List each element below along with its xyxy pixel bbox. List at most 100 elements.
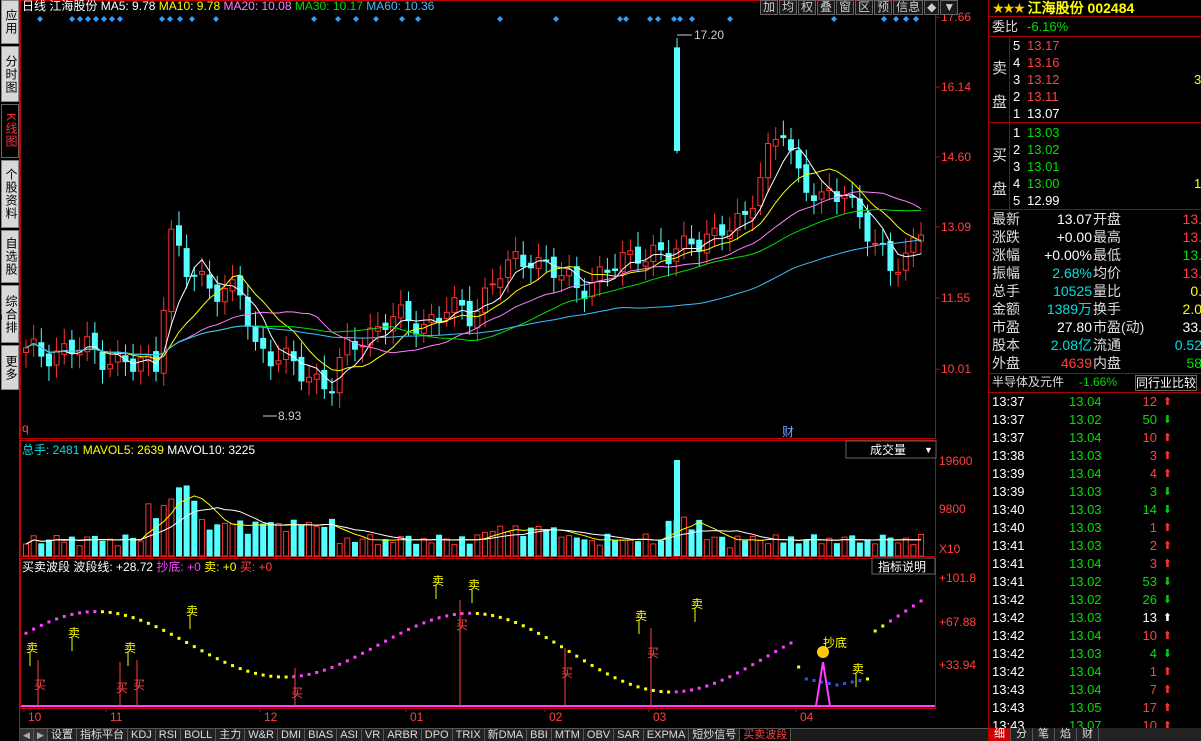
info-diamond-icon[interactable] bbox=[553, 16, 559, 22]
ask-row[interactable]: 2 13.11 bbox=[989, 88, 1201, 105]
info-diamond-icon[interactable] bbox=[399, 16, 405, 22]
indicator-tab-14[interactable]: 新DMA bbox=[484, 729, 528, 741]
bid-row[interactable]: 4 13.00 1 bbox=[989, 175, 1201, 192]
toolbar-button-0[interactable]: 加 bbox=[760, 0, 779, 15]
info-diamond-icon[interactable] bbox=[159, 16, 165, 22]
indicator-tab-6[interactable]: W&R bbox=[245, 729, 278, 741]
bid-row[interactable]: 3 13.01 bbox=[989, 158, 1201, 175]
left-tab-4[interactable]: 自选股 bbox=[1, 230, 19, 283]
kline-chart-area[interactable]: 日线 江海股份 MA5: 9.78 MA10: 9.78 MA20: 10.08… bbox=[20, 0, 988, 728]
left-tab-5[interactable]: 综合排名 bbox=[0, 285, 19, 343]
info-diamond-icon[interactable] bbox=[37, 16, 43, 22]
info-diamond-icon[interactable] bbox=[671, 16, 677, 22]
bid-row[interactable]: 5 12.99 bbox=[989, 192, 1201, 209]
info-diamond-icon[interactable] bbox=[727, 16, 733, 22]
indicator-tab-20[interactable]: 短炒信号 bbox=[689, 729, 741, 741]
toolbar-button-5[interactable]: 区 bbox=[855, 0, 874, 15]
info-diamond-icon[interactable] bbox=[497, 16, 503, 22]
info-diamond-icon[interactable] bbox=[117, 16, 123, 22]
toolbar-button-8[interactable]: ◆ bbox=[924, 0, 940, 15]
toolbar-button-2[interactable]: 权 bbox=[798, 0, 817, 15]
indicator-tab-10[interactable]: VR bbox=[361, 729, 385, 741]
info-diamond-icon[interactable] bbox=[189, 16, 195, 22]
quote-tab-0[interactable]: 细 bbox=[989, 728, 1011, 741]
scroll-left-icon[interactable]: ◀ bbox=[20, 729, 34, 741]
toolbar-button-4[interactable]: 窗 bbox=[836, 0, 855, 15]
info-diamond-icon[interactable] bbox=[689, 16, 695, 22]
indicator-tab-17[interactable]: OBV bbox=[583, 729, 615, 741]
info-diamond-icon[interactable] bbox=[101, 16, 107, 22]
ask-row[interactable]: 1 13.07 bbox=[989, 105, 1201, 122]
left-tab-3[interactable]: 个股资料 bbox=[1, 160, 19, 228]
indicator-tab-13[interactable]: TRIX bbox=[452, 729, 485, 741]
indicator-tab-21[interactable]: 买卖波段 bbox=[740, 729, 792, 741]
star-rating-icon[interactable]: ★★★ bbox=[992, 0, 1026, 17]
info-diamond-icon[interactable] bbox=[335, 16, 341, 22]
toolbar-button-1[interactable]: 均 bbox=[779, 0, 798, 15]
left-tab-2[interactable]: K线图 bbox=[1, 104, 19, 158]
bid-row[interactable]: 1 13.03 bbox=[989, 124, 1201, 141]
toolbar-button-3[interactable]: 叠 bbox=[817, 0, 836, 15]
indicator-tab-18[interactable]: SAR bbox=[614, 729, 644, 741]
info-diamond-icon[interactable] bbox=[623, 16, 629, 22]
info-diamond-icon[interactable] bbox=[893, 16, 899, 22]
sector-compare-button[interactable]: 同行业比较 bbox=[1135, 375, 1198, 391]
indicator-tab-11[interactable]: ARBR bbox=[384, 729, 422, 741]
left-tab-6[interactable]: 更多 bbox=[1, 345, 19, 390]
indicator-tab-5[interactable]: 主力 bbox=[216, 729, 246, 741]
ask-row[interactable]: 5 13.17 bbox=[989, 37, 1201, 54]
quote-tab-1[interactable]: 分 bbox=[1011, 728, 1033, 741]
info-diamond-icon[interactable] bbox=[213, 16, 219, 22]
toolbar-button-9[interactable]: ▼ bbox=[940, 0, 959, 15]
info-diamond-icon[interactable] bbox=[617, 16, 623, 22]
left-tab-1[interactable]: 分时图 bbox=[1, 46, 19, 102]
ask-row[interactable]: 3 13.12 3 bbox=[989, 71, 1201, 88]
ask-row[interactable]: 4 13.16 bbox=[989, 54, 1201, 71]
info-diamond-icon[interactable] bbox=[655, 16, 661, 22]
quote-tab-2[interactable]: 笔 bbox=[1033, 728, 1055, 741]
toolbar-button-7[interactable]: 信息 bbox=[893, 0, 924, 15]
info-diamond-icon[interactable] bbox=[881, 16, 887, 22]
info-diamond-icon[interactable] bbox=[647, 16, 653, 22]
info-diamond-icon[interactable] bbox=[93, 16, 99, 22]
scroll-right-icon[interactable]: ▶ bbox=[34, 729, 48, 741]
finance-marker[interactable]: 财 bbox=[782, 425, 794, 439]
info-diamond-icon[interactable] bbox=[177, 16, 183, 22]
indicator-tab-15[interactable]: BBI bbox=[527, 729, 552, 741]
info-diamond-icon[interactable] bbox=[677, 16, 683, 22]
indicator-tab-1[interactable]: 指标平台 bbox=[77, 729, 128, 741]
info-diamond-icon[interactable] bbox=[311, 16, 317, 22]
info-diamond-icon[interactable] bbox=[77, 16, 83, 22]
left-tab-0[interactable]: 应用 bbox=[1, 0, 19, 44]
info-diamond-icon[interactable] bbox=[109, 16, 115, 22]
indicator-tab-16[interactable]: MTM bbox=[551, 729, 584, 741]
indicator-tab-4[interactable]: BOLL bbox=[181, 729, 217, 741]
info-diamond-icon[interactable] bbox=[353, 16, 359, 22]
indicator-tab-12[interactable]: DPO bbox=[421, 729, 453, 741]
info-markers[interactable] bbox=[37, 16, 919, 22]
indicator-tab-8[interactable]: BIAS bbox=[305, 729, 338, 741]
bid-row[interactable]: 2 13.02 bbox=[989, 141, 1201, 158]
sector-row[interactable]: 半导体及元件 -1.66% 同行业比较 bbox=[989, 374, 1201, 391]
indicator-tab-2[interactable]: KDJ bbox=[128, 729, 156, 741]
info-diamond-icon[interactable] bbox=[373, 16, 379, 22]
quote-tab-3[interactable]: 焰 bbox=[1055, 728, 1077, 741]
info-diamond-icon[interactable] bbox=[415, 16, 421, 22]
indicator-tab-0[interactable]: 设置 bbox=[48, 729, 77, 741]
chevron-down-icon[interactable]: ▼ bbox=[924, 445, 933, 455]
quote-tab-4[interactable]: 财 bbox=[1077, 728, 1099, 741]
indicator-tab-3[interactable]: RSI bbox=[155, 729, 182, 741]
indicator-tab-19[interactable]: EXPMA bbox=[643, 729, 690, 741]
info-diamond-icon[interactable] bbox=[69, 16, 75, 22]
chart-canvas[interactable]: 日线 江海股份 MA5: 9.78 MA10: 9.78 MA20: 10.08… bbox=[20, 0, 988, 728]
info-diamond-icon[interactable] bbox=[831, 16, 837, 22]
info-diamond-icon[interactable] bbox=[167, 16, 173, 22]
sector-name[interactable]: 半导体及元件 bbox=[992, 374, 1064, 391]
info-diamond-icon[interactable] bbox=[85, 16, 91, 22]
info-diamond-icon[interactable] bbox=[903, 16, 909, 22]
info-diamond-icon[interactable] bbox=[913, 16, 919, 22]
indicator-tab-7[interactable]: DMI bbox=[277, 729, 306, 741]
candle-body bbox=[252, 326, 259, 342]
indicator-tab-9[interactable]: ASI bbox=[337, 729, 362, 741]
toolbar-button-6[interactable]: 预 bbox=[874, 0, 893, 15]
